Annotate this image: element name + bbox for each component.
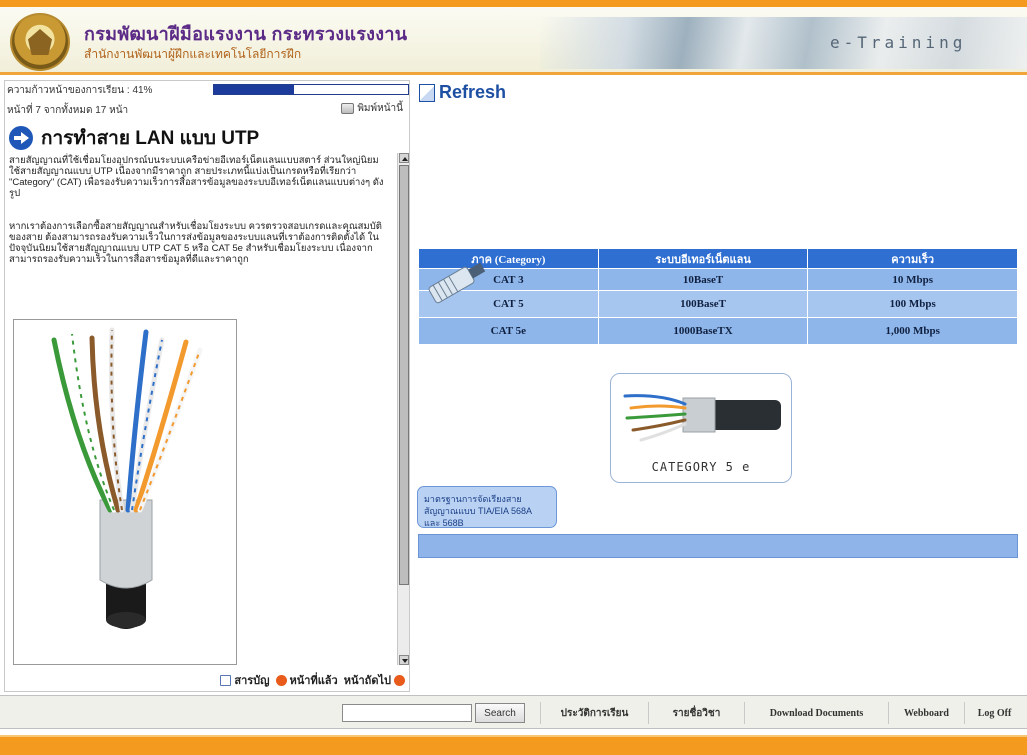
lesson-scrollbar[interactable]	[397, 153, 409, 665]
course-list-link[interactable]: รายชื่อวิชา	[648, 702, 744, 724]
wiring-standard-button[interactable]: มาตรฐานการจัดเรียงสายสัญญาณแบบ TIA/EIA 5…	[417, 486, 557, 528]
department-logo	[10, 13, 70, 71]
table-row: CAT 5e 1000BaseTX 1,000 Mbps	[418, 317, 1018, 345]
scroll-thumb[interactable]	[399, 165, 409, 585]
learning-history-link[interactable]: ประวัติการเรียน	[540, 702, 648, 724]
log-off-link[interactable]: Log Off	[964, 702, 1024, 724]
print-page-link[interactable]: พิมพ์หน้านี้	[341, 101, 403, 116]
download-documents-link[interactable]: Download Documents	[744, 702, 888, 724]
table-header: ระบบอีเทอร์เน็ตแลน	[597, 248, 809, 269]
progress-bar	[213, 84, 409, 95]
category-table: ภาค (Category) ระบบอีเทอร์เน็ตแลน ความเร…	[418, 248, 1018, 345]
table-cell: 10BaseT	[597, 268, 809, 291]
media-panel: Refresh ภาค (Category) ระบบอีเทอร์เน็ตแล…	[413, 80, 1023, 692]
table-cell: 1000BaseTX	[597, 317, 809, 345]
previous-page-link[interactable]: หน้าที่แล้ว	[275, 671, 338, 689]
printer-icon	[341, 103, 355, 114]
refresh-label: Refresh	[439, 82, 507, 102]
progress-row: ความก้าวหน้าของการเรียน : 41%	[7, 83, 409, 98]
site-header: กรมพัฒนาฝีมือแรงงาน กระทรวงแรงงาน สำนักง…	[0, 7, 1027, 75]
next-page-label: หน้าถัดไป	[343, 675, 391, 687]
table-row: CAT 3 10BaseT 10 Mbps	[418, 268, 1018, 291]
contents-label: สารบัญ	[234, 675, 270, 687]
lesson-content[interactable]: สายสัญญาณที่ใช้เชื่อมโยงอุปกรณ์บนระบบเคร…	[7, 153, 393, 665]
rj45-connector-icon	[428, 262, 486, 304]
lesson-title-row: การทำสาย LAN แบบ UTP	[9, 123, 259, 153]
table-cell: CAT 5e	[418, 317, 599, 345]
utp-cable-photo	[13, 319, 237, 665]
refresh-icon	[419, 83, 435, 102]
lesson-paragraph: หากเราต้องการเลือกซื้อสายสัญญาณสำหรับเชื…	[9, 221, 382, 265]
contents-link[interactable]: สารบัญ	[220, 671, 270, 689]
cat5e-cable-illustration	[623, 394, 781, 442]
previous-page-label: หน้าที่แล้ว	[289, 675, 338, 687]
table-cell: 100 Mbps	[807, 290, 1018, 318]
progress-value: 41%	[132, 85, 153, 96]
table-cell: 10 Mbps	[807, 268, 1018, 291]
bottom-accent-strip	[0, 735, 1027, 755]
bottom-toolbar: Search ประวัติการเรียน รายชื่อวิชา Downl…	[0, 695, 1027, 729]
table-header: ความเร็ว	[807, 248, 1018, 269]
scroll-down-button[interactable]	[399, 655, 409, 665]
arrow-right-circle-icon	[9, 126, 33, 150]
progress-label: ความก้าวหน้าของการเรียน : 41%	[7, 83, 152, 98]
search-button[interactable]: Search	[475, 703, 525, 723]
table-row: CAT 5 100BaseT 100 Mbps	[418, 290, 1018, 318]
organization-title: กรมพัฒนาฝีมือแรงงาน กระทรวงแรงงาน	[84, 24, 408, 44]
refresh-link[interactable]: Refresh	[419, 82, 506, 103]
page-indicator: หน้าที่ 7 จากทั้งหมด 17 หน้า	[7, 105, 129, 116]
scroll-up-button[interactable]	[399, 153, 409, 163]
lesson-panel: ความก้าวหน้าของการเรียน : 41% หน้าที่ 7 …	[4, 80, 410, 692]
progress-bar-fill	[214, 85, 294, 94]
lesson-title: การทำสาย LAN แบบ UTP	[41, 128, 260, 149]
utp-cable-illustration	[14, 320, 236, 664]
content-footer-bar	[418, 534, 1018, 558]
print-page-label: พิมพ์หน้านี้	[357, 103, 403, 114]
table-cell: 100BaseT	[597, 290, 809, 318]
search-input[interactable]	[342, 704, 472, 722]
next-page-link[interactable]: หน้าถัดไป	[344, 671, 405, 689]
lesson-paragraph: สายสัญญาณที่ใช้เชื่อมโยงอุปกรณ์บนระบบเคร…	[9, 155, 384, 199]
category-5e-caption: CATEGORY 5 e	[651, 460, 751, 474]
lesson-navigation: สารบัญ หน้าที่แล้ว หน้าถัดไป	[220, 671, 405, 689]
arrow-left-icon	[275, 674, 287, 686]
organization-subtitle: สำนักงานพัฒนาผู้ฝึกและเทคโนโลยีการฝึก	[84, 47, 302, 61]
contents-icon	[220, 674, 232, 686]
table-cell: 1,000 Mbps	[807, 317, 1018, 345]
brand-wordmark: e-Training	[830, 33, 967, 52]
category-5e-image: CATEGORY 5 e	[610, 373, 792, 483]
progress-label-text: ความก้าวหน้าของการเรียน :	[7, 85, 133, 96]
table-header-row: ภาค (Category) ระบบอีเทอร์เน็ตแลน ความเร…	[418, 248, 1018, 269]
webboard-link[interactable]: Webboard	[888, 702, 964, 724]
arrow-right-icon	[394, 674, 405, 686]
top-accent-strip	[0, 0, 1027, 7]
